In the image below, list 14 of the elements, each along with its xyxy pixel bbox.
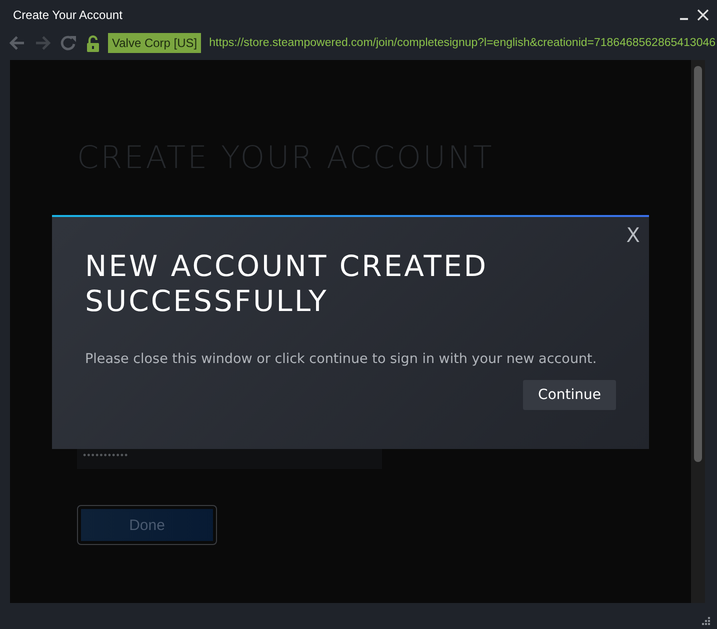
close-icon[interactable] xyxy=(697,9,709,21)
resize-grip-icon[interactable] xyxy=(701,616,711,626)
certificate-badge[interactable]: Valve Corp [US] xyxy=(108,33,202,53)
continue-button[interactable]: Continue xyxy=(523,380,616,410)
dialog-close-button[interactable]: X xyxy=(626,223,640,247)
refresh-icon[interactable] xyxy=(60,35,78,51)
back-arrow-icon[interactable] xyxy=(8,35,26,51)
lock-icon xyxy=(86,34,100,52)
dialog-message: Please close this window or click continue to sign in with your new account. xyxy=(85,351,598,367)
dialog-title: NEW ACCOUNT CREATED SUCCESSFULLY xyxy=(85,249,490,319)
forward-arrow-icon[interactable] xyxy=(34,35,52,51)
scrollbar[interactable] xyxy=(691,60,705,603)
address-url[interactable]: https://store.steampowered.com/join/completesignup?l=english&creationid=7186468562865413046 xyxy=(209,37,716,49)
window-title: Create Your Account xyxy=(13,8,124,22)
